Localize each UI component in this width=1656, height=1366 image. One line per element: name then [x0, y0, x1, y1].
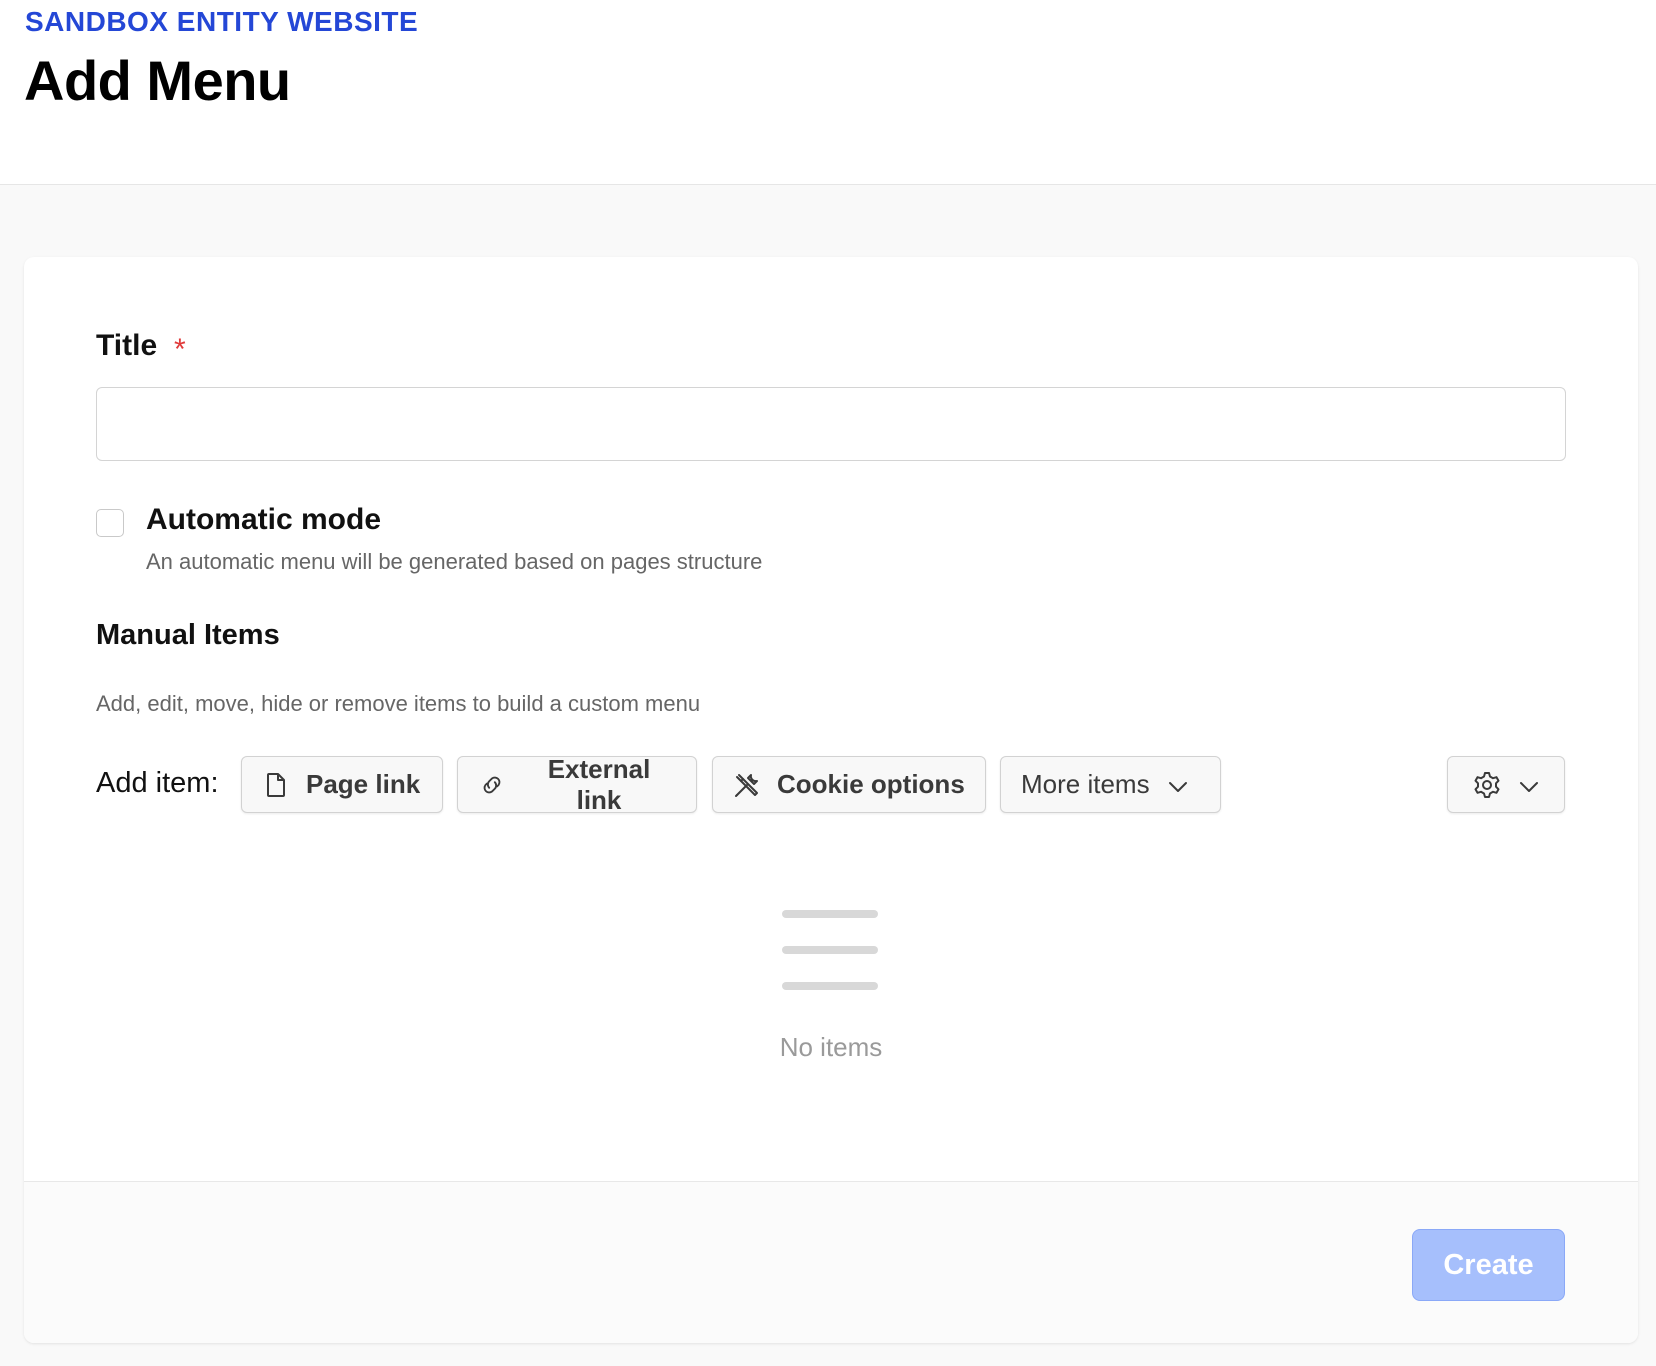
- site-name: SANDBOX ENTITY WEBSITE: [25, 6, 419, 37]
- manual-items-title: Manual Items: [96, 619, 280, 651]
- required-marker: *: [174, 333, 186, 366]
- menu-form-card: Title * Automatic mode An automatic menu…: [24, 257, 1638, 1343]
- empty-state-text: No items: [779, 1032, 883, 1062]
- add-cookie-options-label: Cookie options: [777, 769, 965, 799]
- automatic-mode-checkbox[interactable]: [96, 509, 124, 537]
- add-external-link-button[interactable]: External link: [457, 753, 697, 815]
- automatic-mode-help: An automatic menu will be generated base…: [146, 549, 763, 574]
- chevron-down-icon: [1168, 769, 1188, 800]
- add-external-link-label: External link: [547, 753, 651, 815]
- list-icon: [782, 910, 878, 994]
- form-footer: Create: [24, 1181, 1638, 1343]
- page-title: Add Menu: [24, 49, 291, 112]
- title-label: Title: [96, 329, 158, 362]
- settings-dropdown[interactable]: [1447, 756, 1565, 813]
- add-page-link-button[interactable]: Page link: [241, 756, 443, 813]
- title-input[interactable]: [96, 387, 1566, 461]
- chevron-down-icon: [1519, 769, 1539, 800]
- tools-icon: [733, 771, 761, 799]
- create-button[interactable]: Create: [1412, 1229, 1565, 1301]
- page-icon: [262, 771, 290, 799]
- page-header: SANDBOX ENTITY WEBSITE Add Menu: [0, 0, 1656, 185]
- automatic-mode-label[interactable]: Automatic mode: [146, 503, 381, 537]
- add-page-link-label: Page link: [306, 769, 421, 799]
- more-items-label: More items: [1021, 769, 1150, 799]
- link-icon: [478, 771, 506, 799]
- more-items-dropdown[interactable]: More items: [1000, 756, 1221, 813]
- gear-icon: [1473, 771, 1501, 799]
- manual-items-help: Add, edit, move, hide or remove items to…: [96, 691, 701, 716]
- add-cookie-options-button[interactable]: Cookie options: [712, 756, 986, 813]
- add-item-label: Add item:: [96, 767, 219, 799]
